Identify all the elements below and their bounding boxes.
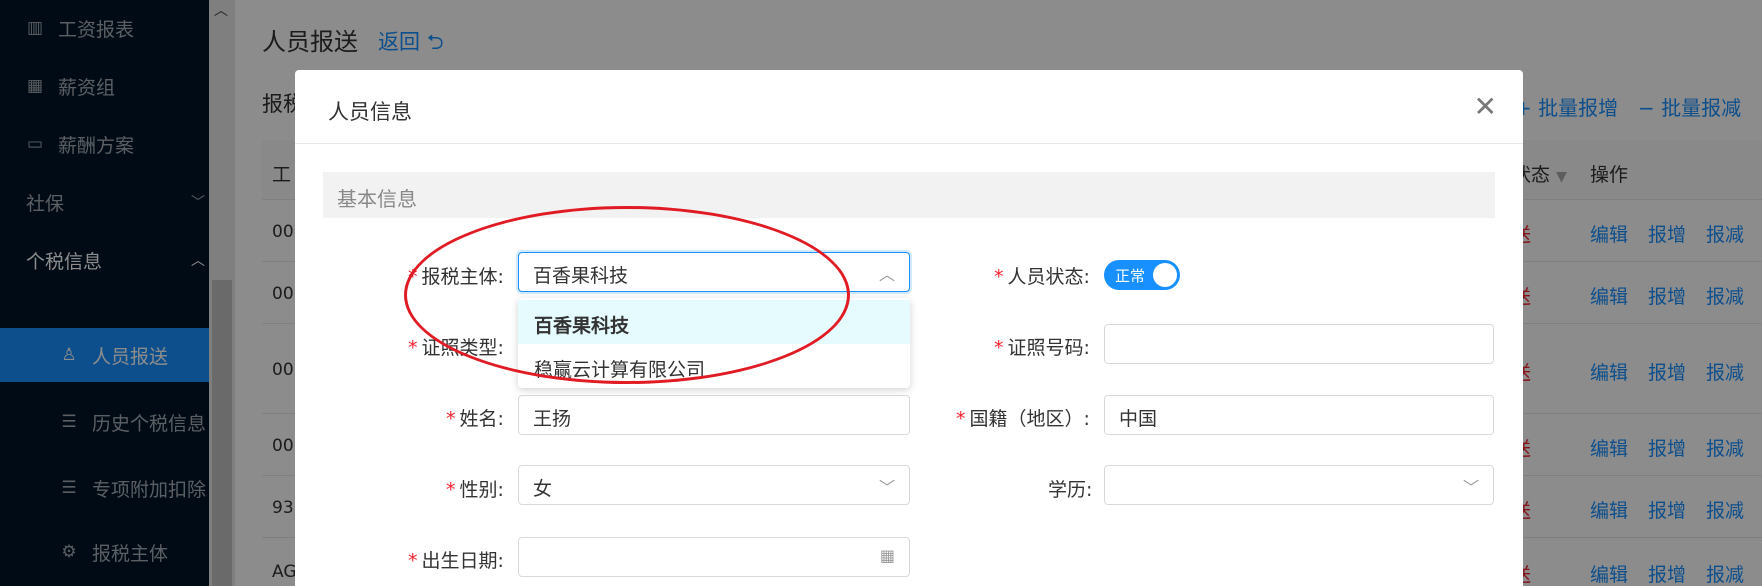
id-number-input[interactable] (1104, 324, 1494, 364)
toggle-label: 正常 (1115, 267, 1146, 285)
staff-status-label-text: 人员状态: (1007, 266, 1090, 288)
name-input[interactable]: 王扬 (518, 395, 910, 435)
id-number-label-text: 证照号码: (1007, 337, 1090, 359)
staff-status-toggle[interactable]: 正常 (1104, 260, 1180, 290)
education-select[interactable]: ﹀ (1104, 465, 1494, 505)
name-label: * 姓名: (446, 404, 504, 431)
id-type-label: * 证照类型: (408, 333, 504, 360)
chevron-up-icon: ︿ (878, 265, 895, 284)
gender-select[interactable]: 女 ﹀ (518, 465, 910, 505)
modal-title: 人员信息 (328, 100, 412, 124)
nationality-input[interactable]: 中国 (1104, 395, 1494, 435)
birth-date-picker[interactable]: ▦ (518, 537, 910, 577)
gender-label: * 性别: (446, 475, 504, 502)
dropdown-option[interactable]: 百香果科技 (518, 300, 910, 344)
birth-date-label-text: 出生日期: (421, 550, 504, 572)
tax-entity-value: 百香果科技 (533, 265, 629, 287)
dropdown-option[interactable]: 稳赢云计算有限公司 (518, 344, 910, 388)
nationality-value: 中国 (1119, 408, 1158, 430)
gender-value: 女 (533, 478, 553, 500)
required-marker: * (994, 266, 1004, 288)
modal-header: 人员信息 ✕ (295, 70, 1523, 144)
required-marker: * (446, 408, 456, 430)
chevron-down-icon: ﹀ (878, 478, 895, 497)
staff-status-label: * 人员状态: (994, 262, 1090, 289)
tax-entity-dropdown: 百香果科技 稳赢云计算有限公司 (518, 298, 910, 388)
toggle-knob (1153, 263, 1177, 287)
tax-entity-select[interactable]: 百香果科技 ︿ (518, 252, 910, 292)
education-label-text: 学历: (1048, 479, 1093, 501)
tax-entity-label: * 报税主体: (408, 262, 504, 289)
id-type-label-text: 证照类型: (421, 337, 504, 359)
name-label-text: 姓名: (459, 408, 504, 430)
required-marker: * (408, 266, 418, 288)
required-marker: * (408, 550, 418, 572)
tax-entity-label-text: 报税主体: (421, 266, 504, 288)
nationality-label: * 国籍（地区）: (956, 404, 1090, 431)
birth-date-label: * 出生日期: (408, 546, 504, 573)
required-marker: * (994, 337, 1004, 359)
education-label: 学历: (1048, 475, 1092, 502)
close-icon[interactable]: ✕ (1474, 90, 1497, 123)
name-value: 王扬 (533, 408, 572, 430)
chevron-down-icon: ﹀ (1462, 478, 1479, 497)
required-marker: * (956, 408, 966, 430)
calendar-icon: ▦ (879, 546, 895, 565)
section-header: 基本信息 (323, 172, 1495, 218)
section-title: 基本信息 (337, 187, 417, 211)
gender-label-text: 性别: (459, 479, 504, 501)
required-marker: * (408, 337, 418, 359)
id-number-label: * 证照号码: (994, 333, 1090, 360)
required-marker: * (446, 479, 456, 501)
nationality-label-text: 国籍（地区）: (969, 408, 1090, 430)
